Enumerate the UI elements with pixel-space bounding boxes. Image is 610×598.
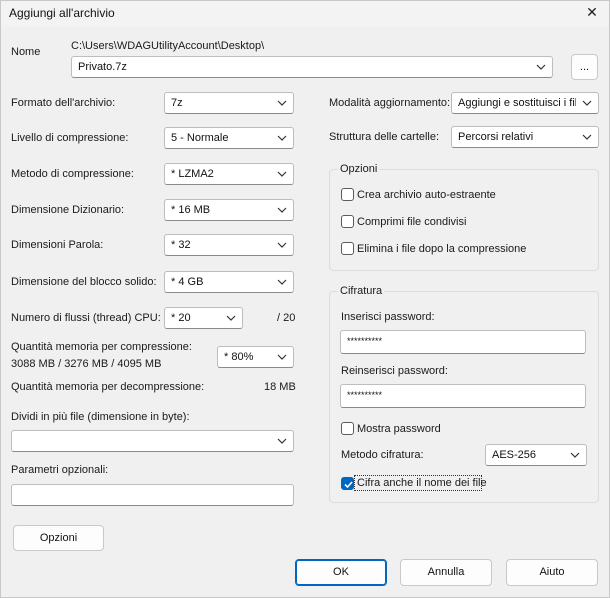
title-bar: Aggiungi all'archivio ✕ xyxy=(1,1,609,27)
folder-structure-select[interactable]: Percorsi relativi xyxy=(451,126,599,148)
memory-compression-select[interactable]: * 80% xyxy=(217,346,294,368)
help-button[interactable]: Aiuto xyxy=(506,559,598,586)
memory-decompression-label: Quantità memoria per decompressione: xyxy=(11,381,205,393)
dictionary-size-select[interactable]: * 16 MB xyxy=(164,199,294,221)
chevron-down-icon[interactable] xyxy=(277,277,287,287)
show-password-checkbox[interactable] xyxy=(341,422,354,435)
shared-files-checkbox[interactable] xyxy=(341,215,354,228)
compression-method-label: Metodo di compressione: xyxy=(11,168,134,180)
split-volumes-label: Dividi in più file (dimensione in byte): xyxy=(11,411,190,423)
compression-level-value: 5 - Normale xyxy=(171,132,229,144)
split-volumes-combobox[interactable] xyxy=(11,430,294,452)
archive-path: C:\Users\WDAGUtilityAccount\Desktop\ xyxy=(71,40,265,52)
format-value: 7z xyxy=(171,97,183,109)
cpu-threads-max: / 20 xyxy=(277,312,296,324)
optional-parameters-input[interactable] xyxy=(11,484,294,506)
password-input[interactable]: ********** xyxy=(340,330,586,354)
sfx-checkbox[interactable] xyxy=(341,188,354,201)
update-mode-value: Aggiungi e sostituisci i file xyxy=(458,97,576,109)
show-password-label: Mostra password xyxy=(357,423,441,435)
chevron-down-icon[interactable] xyxy=(277,240,287,250)
repeat-password-input[interactable]: ********** xyxy=(340,384,586,408)
browse-button[interactable]: ... xyxy=(571,54,598,80)
repeat-password-value: ********** xyxy=(347,390,383,400)
memory-compression-detail: 3088 MB / 3276 MB / 4095 MB xyxy=(11,358,162,370)
archive-name-value: Privato.7z xyxy=(78,61,127,73)
encrypt-names-checkbox[interactable] xyxy=(341,477,354,490)
chevron-down-icon[interactable] xyxy=(277,205,287,215)
chevron-down-icon[interactable] xyxy=(582,132,592,142)
chevron-down-icon[interactable] xyxy=(570,450,580,460)
checkmark-icon xyxy=(344,481,353,489)
optional-parameters-label: Parametri opzionali: xyxy=(11,464,109,476)
folder-structure-value: Percorsi relativi xyxy=(458,131,534,143)
options-group-title: Opzioni xyxy=(338,163,380,175)
dialog-window: Aggiungi all'archivio ✕ Nome C:\Users\WD… xyxy=(0,0,610,598)
sfx-label: Crea archivio auto-estraente xyxy=(357,189,496,201)
update-mode-label: Modalità aggiornamento: xyxy=(329,97,451,109)
dictionary-size-label: Dimensione Dizionario: xyxy=(11,204,125,216)
solid-block-select[interactable]: * 4 GB xyxy=(164,271,294,293)
compression-level-label: Livello di compressione: xyxy=(11,132,129,144)
chevron-down-icon[interactable] xyxy=(582,98,592,108)
encryption-group-title: Cifratura xyxy=(338,285,385,297)
solid-block-label: Dimensione del blocco solido: xyxy=(11,276,157,288)
cpu-threads-value: * 20 xyxy=(171,312,191,324)
memory-compression-value: * 80% xyxy=(224,351,254,363)
password-value: ********** xyxy=(347,336,383,346)
word-size-select[interactable]: * 32 xyxy=(164,234,294,256)
cpu-threads-label: Numero di flussi (thread) CPU: xyxy=(11,312,161,324)
format-select[interactable]: 7z xyxy=(164,92,294,114)
encrypt-names-label: Cifra anche il nome dei file xyxy=(357,477,487,489)
encryption-method-select[interactable]: AES-256 xyxy=(485,444,587,466)
folder-structure-label: Struttura delle cartelle: xyxy=(329,131,440,143)
update-mode-select[interactable]: Aggiungi e sostituisci i file xyxy=(451,92,599,114)
memory-compression-label: Quantità memoria per compressione: xyxy=(11,341,192,353)
memory-decompression-value: 18 MB xyxy=(264,381,296,393)
archive-name-combobox[interactable]: Privato.7z xyxy=(71,56,553,78)
word-size-label: Dimensioni Parola: xyxy=(11,239,104,251)
word-size-value: * 32 xyxy=(171,239,191,251)
password-label: Inserisci password: xyxy=(341,311,435,323)
chevron-down-icon[interactable] xyxy=(277,352,287,362)
close-icon[interactable]: ✕ xyxy=(583,3,601,21)
delete-after-checkbox[interactable] xyxy=(341,242,354,255)
repeat-password-label: Reinserisci password: xyxy=(341,365,448,377)
compression-method-select[interactable]: * LZMA2 xyxy=(164,163,294,185)
ok-button[interactable]: OK xyxy=(295,559,387,586)
cpu-threads-select[interactable]: * 20 xyxy=(164,307,243,329)
solid-block-value: * 4 GB xyxy=(171,276,204,288)
dictionary-size-value: * 16 MB xyxy=(171,204,211,216)
chevron-down-icon[interactable] xyxy=(277,98,287,108)
chevron-down-icon[interactable] xyxy=(277,436,287,446)
format-label: Formato dell'archivio: xyxy=(11,97,116,109)
name-label: Nome xyxy=(11,46,41,58)
chevron-down-icon[interactable] xyxy=(277,169,287,179)
chevron-down-icon[interactable] xyxy=(226,313,236,323)
compression-method-value: * LZMA2 xyxy=(171,168,214,180)
options-button[interactable]: Opzioni xyxy=(13,525,104,551)
window-title: Aggiungi all'archivio xyxy=(9,6,115,20)
delete-after-label: Elimina i file dopo la compressione xyxy=(357,243,527,255)
encryption-method-label: Metodo cifratura: xyxy=(341,449,424,461)
shared-files-label: Comprimi file condivisi xyxy=(357,216,467,228)
chevron-down-icon[interactable] xyxy=(536,62,546,72)
cancel-button[interactable]: Annulla xyxy=(400,559,492,586)
encryption-method-value: AES-256 xyxy=(492,449,537,461)
chevron-down-icon[interactable] xyxy=(277,133,287,143)
compression-level-select[interactable]: 5 - Normale xyxy=(164,127,294,149)
